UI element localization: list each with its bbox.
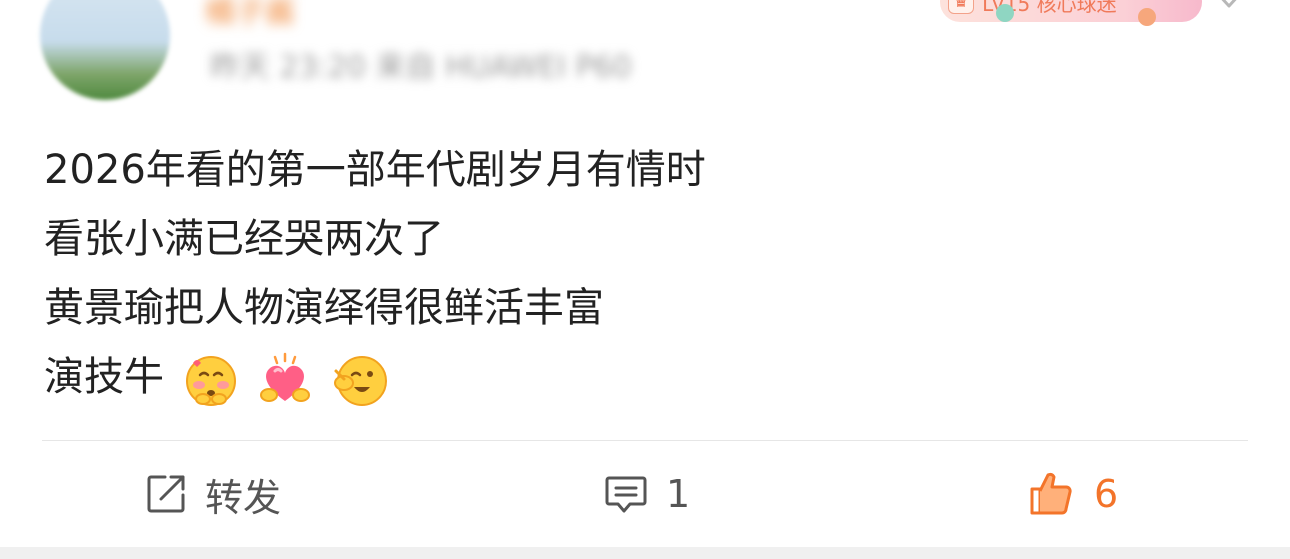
like-button[interactable]: 6 [1026,466,1118,522]
bottom-separator [0,547,1290,559]
post-text-line: 看张小满已经哭两次了 [44,216,444,262]
fan-level-badge[interactable]: ♛ LV15 核心球迷 [940,0,1202,26]
badge-decoration-dot [996,4,1014,22]
comment-icon [605,476,647,513]
badge-level-icon: ♛ [948,0,975,14]
comment-button[interactable]: 1 [604,466,690,522]
avatar[interactable] [40,0,170,100]
chevron-down-icon[interactable] [1216,0,1242,10]
post-header: 橘子酱 昨天 23:20 来自 HUAWEI P60 ♛ LV15 核心球迷 [0,0,1290,112]
post-text-line: 2026年看的第一部年代剧岁月有情时 [44,147,706,193]
heart-hands-emoji [260,352,311,402]
author-name[interactable]: 橘子酱 [205,0,295,32]
divider [42,440,1248,441]
post-content: 2026年看的第一部年代剧岁月有情时 看张小满已经哭两次了 黄景瑜把人物演绎得很… [44,136,1244,412]
post-text-line: 黄景瑜把人物演绎得很鲜活丰富 [44,285,604,331]
share-icon [147,475,185,513]
post-text-line-with-emoji: 演技牛 [44,343,1244,412]
wink-face-emoji [334,356,388,406]
like-count: 6 [1094,472,1119,516]
thumbs-up-icon [1030,472,1072,515]
post-meta: 昨天 23:20 来自 HUAWEI P60 [210,50,632,85]
forward-label: 转发 [205,475,282,520]
comment-count: 1 [666,472,691,516]
shy-face-emoji [185,356,236,406]
post-text-line: 演技牛 [44,354,164,400]
badge-decoration-dot [1138,8,1156,26]
forward-button[interactable]: 转发 [145,466,281,522]
